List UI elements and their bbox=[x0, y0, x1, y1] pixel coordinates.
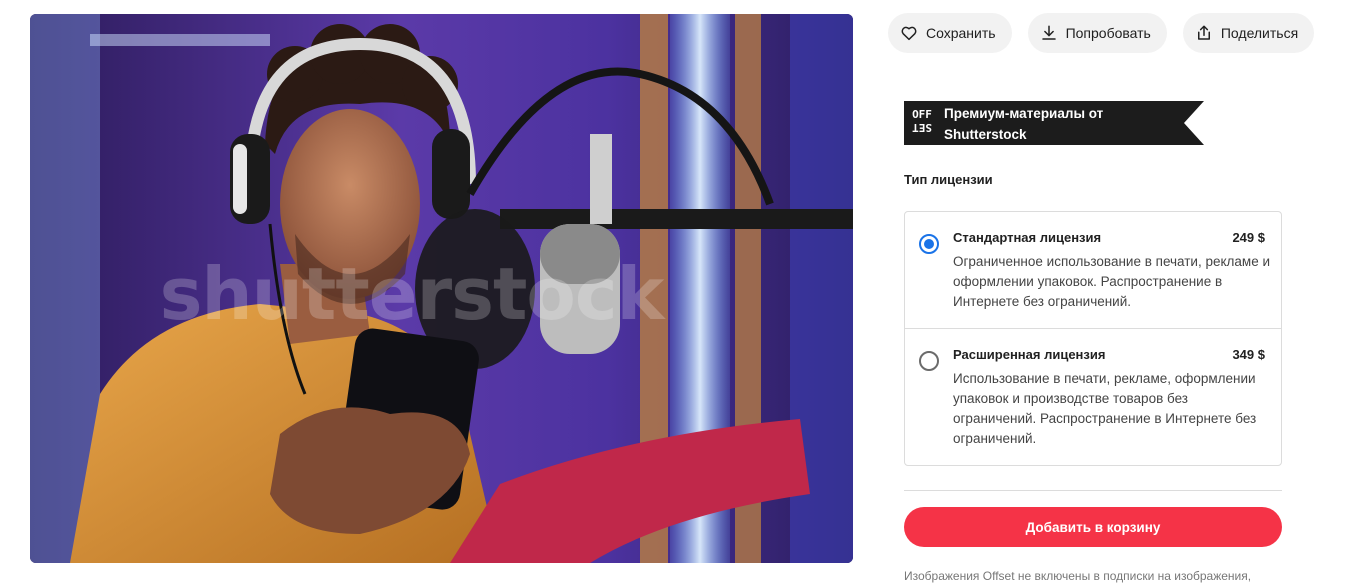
try-button-label: Попробовать bbox=[1065, 25, 1151, 41]
heart-icon bbox=[901, 26, 917, 41]
license-type-heading: Тип лицензии bbox=[904, 172, 993, 187]
offset-logo: OFF SET bbox=[908, 108, 936, 138]
studio-singer-illustration bbox=[30, 14, 853, 563]
license-option-standard[interactable]: Стандартная лицензия 249 $ Ограниченное … bbox=[905, 212, 1281, 329]
share-button-label: Поделиться bbox=[1220, 25, 1299, 41]
radio-extended[interactable] bbox=[919, 351, 939, 371]
banner-text: Премиум-материалы от Shutterstock bbox=[944, 106, 1104, 142]
preview-image[interactable]: shutterstock bbox=[30, 14, 853, 563]
license-price: 249 $ bbox=[1232, 230, 1265, 245]
add-to-cart-button[interactable]: Добавить в корзину bbox=[904, 507, 1282, 547]
save-button[interactable]: Сохранить bbox=[888, 13, 1012, 53]
license-title: Расширенная лицензия bbox=[953, 347, 1106, 362]
footnote: Изображения Offset не включены в подписк… bbox=[904, 569, 1252, 583]
license-price: 349 $ bbox=[1232, 347, 1265, 362]
download-icon bbox=[1041, 25, 1056, 40]
license-option-extended[interactable]: Расширенная лицензия 349 $ Использование… bbox=[905, 329, 1281, 466]
share-button[interactable]: Поделиться bbox=[1182, 13, 1315, 53]
license-description: Использование в печати, рекламе, оформле… bbox=[953, 371, 1257, 446]
offset-logo-bottom: SET bbox=[912, 121, 932, 134]
radio-standard[interactable] bbox=[919, 234, 939, 254]
license-description: Ограниченное использование в печати, рек… bbox=[953, 254, 1271, 309]
license-title: Стандартная лицензия bbox=[953, 230, 1102, 245]
page: shutterstock Сохранить Попробовать Подел… bbox=[0, 0, 1347, 587]
try-button[interactable]: Попробовать bbox=[1027, 13, 1167, 53]
license-options: Стандартная лицензия 249 $ Ограниченное … bbox=[904, 211, 1282, 466]
offset-logo-top: OFF bbox=[912, 108, 932, 121]
save-button-label: Сохранить bbox=[926, 25, 996, 41]
action-bar: Сохранить Попробовать Поделиться bbox=[888, 13, 1315, 53]
share-icon bbox=[1197, 25, 1210, 40]
offset-premium-banner: OFF SET Премиум-материалы от Shutterstoc… bbox=[904, 101, 1204, 145]
divider bbox=[904, 490, 1282, 491]
